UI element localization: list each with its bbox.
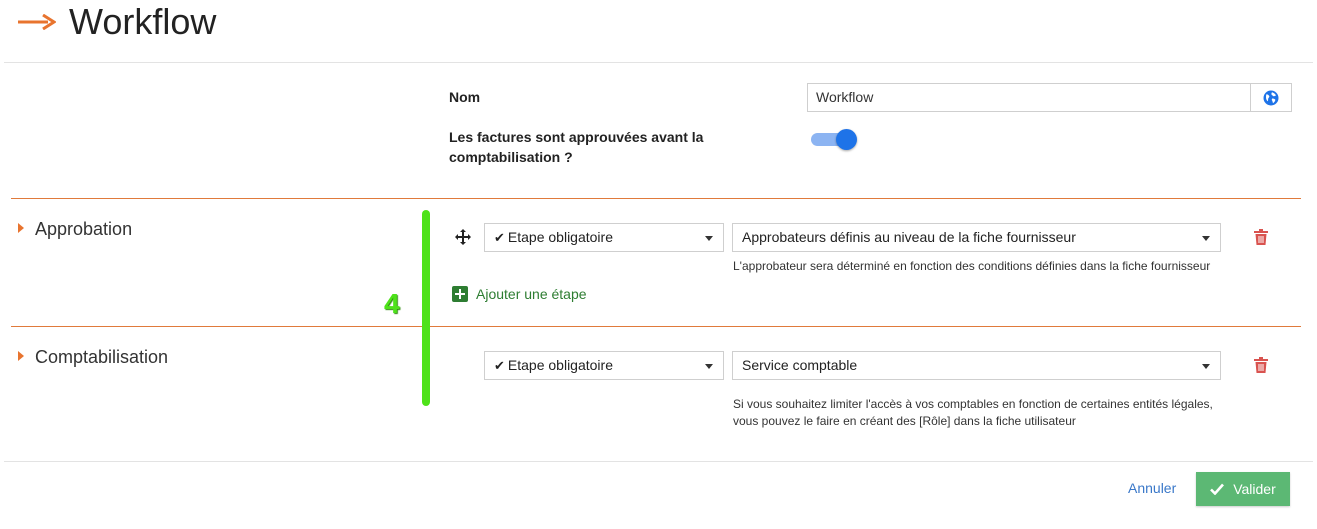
globe-icon [1263, 90, 1279, 105]
translate-button[interactable] [1250, 83, 1292, 112]
approval-label-line1: Les factures sont approuvées avant la [449, 129, 704, 145]
assignee-value: Approbateurs définis au niveau de la fic… [742, 229, 1076, 245]
trash-icon[interactable] [1254, 229, 1268, 245]
page-header: Workflow [0, 0, 1317, 62]
section-title-comptabilisation[interactable]: Comptabilisation [35, 346, 168, 368]
help-text-comptabilisation-line2: vous pouvez le faire en créant des [Rôle… [733, 414, 1076, 428]
assignee-select[interactable]: Approbateurs définis au niveau de la fic… [732, 223, 1221, 252]
step-type-value: Etape obligatoire [507, 357, 613, 373]
caret-right-icon[interactable] [18, 351, 24, 361]
check-icon: ✔ [494, 230, 505, 245]
help-text-approbation: L'approbateur sera déterminé en fonction… [733, 259, 1211, 273]
approval-toggle[interactable] [811, 129, 858, 150]
add-step-label: Ajouter une étape [476, 286, 587, 302]
move-icon[interactable] [455, 229, 471, 245]
cancel-button[interactable]: Annuler [1128, 479, 1176, 497]
step-type-select[interactable]: ✔ Etape obligatoire [484, 223, 724, 252]
chevron-down-icon [1202, 236, 1210, 241]
annotation-bar [422, 210, 430, 406]
annotation-number: 4 [384, 288, 400, 319]
toggle-knob [836, 129, 857, 150]
trash-icon[interactable] [1254, 357, 1268, 373]
chevron-down-icon [705, 364, 713, 369]
assignee-select[interactable]: Service comptable [732, 351, 1221, 380]
step-type-select[interactable]: ✔ Etape obligatoire [484, 351, 724, 380]
page-title: Workflow [69, 1, 217, 42]
footer-divider [4, 461, 1313, 462]
submit-label: Valider [1233, 481, 1276, 497]
header-divider [4, 62, 1313, 63]
plus-square-icon [452, 286, 468, 302]
submit-button[interactable]: Valider [1196, 472, 1290, 506]
caret-right-icon[interactable] [18, 223, 24, 233]
name-input[interactable]: Workflow [807, 83, 1251, 112]
check-icon [1210, 483, 1225, 495]
name-label: Nom [449, 89, 481, 105]
chevron-down-icon [705, 236, 713, 241]
chevron-down-icon [1202, 364, 1210, 369]
step-type-value: Etape obligatoire [507, 229, 613, 245]
add-step-button[interactable]: Ajouter une étape [452, 286, 587, 302]
section-title-approbation[interactable]: Approbation [35, 218, 132, 240]
assignee-value: Service comptable [742, 357, 858, 373]
check-icon: ✔ [494, 358, 505, 373]
approval-label-line2: comptabilisation ? [449, 149, 573, 165]
section-divider-comptabilisation [11, 326, 1301, 327]
section-divider-approbation [11, 198, 1301, 199]
arrow-right-icon [18, 14, 56, 30]
help-text-comptabilisation-line1: Si vous souhaitez limiter l'accès à vos … [733, 397, 1213, 411]
